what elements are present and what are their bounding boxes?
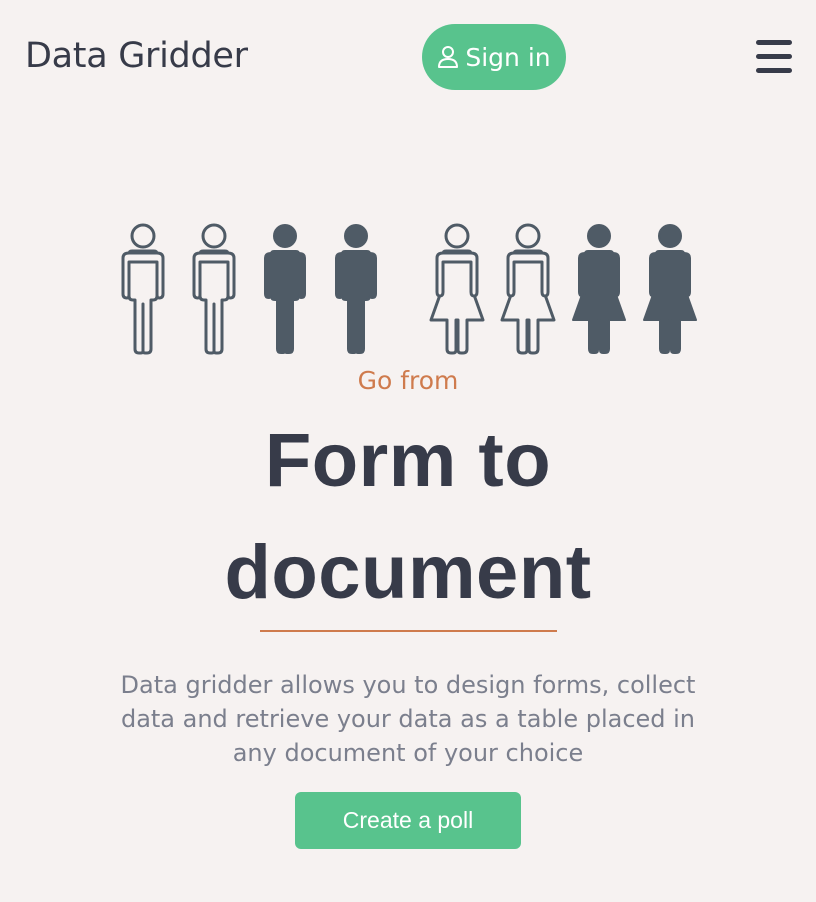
top-bar: Data Gridder Sign in bbox=[0, 0, 816, 116]
landing-page: Data Gridder Sign in Go from Form to doc… bbox=[0, 0, 816, 902]
hero-eyebrow: Go from bbox=[357, 366, 459, 395]
hero-description: Data gridder allows you to design forms,… bbox=[120, 671, 696, 767]
create-poll-button[interactable]: Create a poll bbox=[295, 792, 521, 849]
headline-divider bbox=[260, 630, 557, 632]
female-outline-icon bbox=[500, 223, 556, 355]
headline-line-1: Form to bbox=[264, 418, 552, 503]
female-filled-icon bbox=[643, 224, 697, 354]
hamburger-icon[interactable] bbox=[756, 40, 792, 74]
male-filled-icon bbox=[264, 224, 306, 354]
sign-in-label: Sign in bbox=[465, 42, 551, 72]
sign-in-button[interactable]: Sign in bbox=[422, 24, 566, 90]
male-outline-icon bbox=[121, 223, 165, 355]
user-icon bbox=[437, 45, 459, 69]
people-illustration bbox=[121, 223, 697, 355]
male-filled-icon bbox=[335, 224, 377, 354]
hero-headline: Form to document bbox=[0, 405, 816, 629]
headline-line-2: document bbox=[224, 530, 592, 615]
female-outline-icon bbox=[429, 223, 485, 355]
female-filled-icon bbox=[572, 224, 626, 354]
brand-logo-text[interactable]: Data Gridder bbox=[25, 36, 248, 76]
male-outline-icon bbox=[192, 223, 236, 355]
